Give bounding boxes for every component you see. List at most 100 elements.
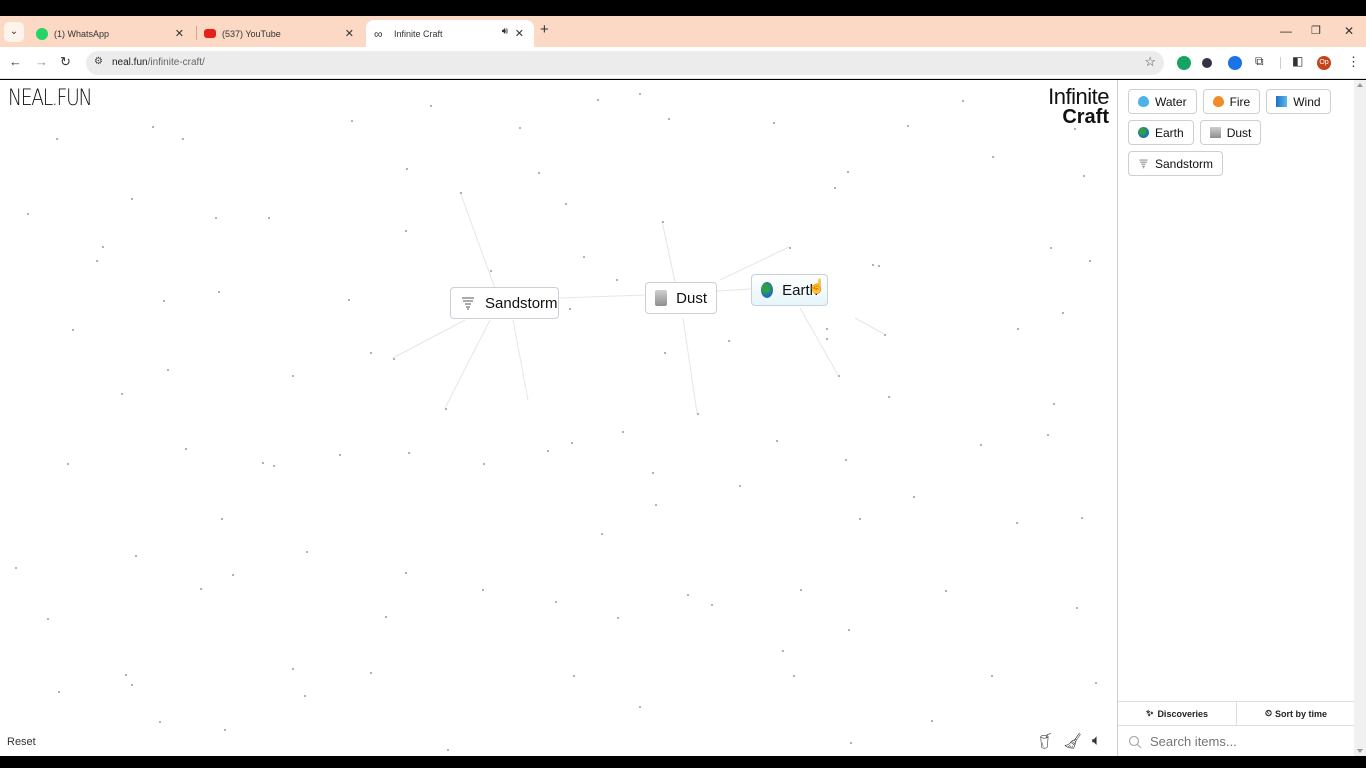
scroll-up-arrow[interactable] [1357, 83, 1363, 87]
new-tab-button[interactable]: + [540, 21, 549, 38]
particle-dot [845, 459, 847, 461]
canvas-item-dust[interactable]: Dust [645, 282, 717, 314]
scroll-down-arrow[interactable] [1357, 749, 1363, 753]
particle-dot [306, 551, 308, 553]
neal-fun-logo[interactable]: NEAL.FUN [8, 86, 92, 111]
extensions-puzzle-icon[interactable]: ⧉ [1255, 54, 1264, 69]
particle-dot [662, 221, 664, 223]
particle-line [661, 220, 676, 283]
particle-dot [370, 672, 372, 674]
particle-dot [782, 650, 784, 652]
item-label: Dust [1226, 125, 1252, 140]
clock-icon: ⏲ [1264, 708, 1272, 718]
particle-dot [445, 408, 447, 410]
reload-button[interactable]: ↻ [60, 54, 71, 70]
particle-dot [848, 629, 850, 631]
particle-dot [992, 156, 994, 158]
tab-youtube[interactable]: (537) YouTube ✕ [196, 20, 364, 47]
speaker-icon[interactable]: 🔊︎ [502, 26, 508, 37]
particle-dot [215, 217, 217, 219]
reset-button[interactable]: Reset [7, 736, 36, 748]
particle-dot [776, 440, 778, 442]
sidebar-item-earth[interactable]: Earth [1128, 120, 1194, 145]
particle-line [716, 288, 752, 292]
grammarly-extension-icon[interactable] [1177, 56, 1191, 70]
particle-dot [159, 721, 161, 723]
back-button[interactable]: ← [9, 54, 22, 69]
search-input[interactable] [1150, 734, 1340, 749]
close-tab-icon[interactable]: ✕ [345, 27, 354, 40]
forward-button[interactable]: → [35, 54, 48, 69]
sort-by-time-button[interactable]: ⏲ Sort by time [1236, 702, 1355, 725]
discoveries-button[interactable]: ✨︎ Discoveries [1118, 702, 1236, 725]
particle-dot [617, 617, 619, 619]
particle-dot [339, 454, 341, 456]
minimize-button[interactable]: — [1280, 24, 1292, 38]
particle-dot [304, 695, 306, 697]
particle-dot [980, 444, 982, 446]
sidebar-item-sandstorm[interactable]: Sandstorm [1128, 151, 1224, 176]
particle-dot [393, 358, 395, 360]
infinity-icon: ∞ [374, 26, 383, 41]
bookmark-star-icon[interactable]: ☆ [1144, 54, 1156, 70]
coffee-cup-icon[interactable]: 🥤︎ [1036, 732, 1055, 750]
particle-dot [15, 567, 17, 569]
particle-dot [850, 742, 852, 744]
particle-dot [697, 413, 699, 415]
sidebar-item-wind[interactable]: Wind [1266, 89, 1331, 114]
profile-avatar[interactable]: Op [1317, 56, 1331, 70]
browser-menu-icon[interactable]: ⋮ [1347, 54, 1360, 70]
sidebar-item-dust[interactable]: Dust [1199, 120, 1262, 145]
particle-dot [1050, 247, 1052, 249]
particle-dot [430, 105, 432, 107]
sidebar-item-water[interactable]: Water [1128, 89, 1197, 114]
particle-dot [565, 203, 567, 205]
tab-search-button[interactable]: ⌄ [4, 22, 24, 42]
infinite-craft-title: Infinite Craft [1048, 86, 1109, 128]
sidebar-item-fire[interactable]: Fire [1202, 89, 1261, 114]
page-scrollbar[interactable] [1354, 80, 1366, 756]
tab-label: (537) YouTube [222, 28, 281, 39]
particle-dot [447, 749, 449, 751]
close-tab-icon[interactable]: ✕ [175, 27, 184, 40]
particle-dot [1089, 260, 1091, 262]
particle-line [512, 319, 529, 401]
canvas-item-sandstorm[interactable]: Sandstorm [450, 287, 559, 319]
particle-dot [406, 168, 408, 170]
particle-line [854, 317, 885, 335]
browser-toolbar: ← → ↻ ⚙ neal.fun/infinite-craft/ ☆ ⧉ ◧ O… [0, 47, 1366, 79]
item-label: Sandstorm [485, 294, 558, 312]
particle-dot [483, 463, 485, 465]
particle-dot [218, 291, 220, 293]
particle-dot [125, 674, 127, 676]
particle-dot [569, 308, 571, 310]
url-domain: neal.fun [112, 57, 148, 68]
whatsapp-icon [36, 27, 48, 40]
particle-line [799, 307, 839, 376]
tab-whatsapp[interactable]: (1) WhatsApp ✕ [28, 20, 194, 47]
close-window-button[interactable]: ✕ [1344, 24, 1354, 38]
particle-dot [826, 338, 828, 340]
address-bar[interactable]: ⚙ neal.fun/infinite-craft/ ☆ [86, 51, 1164, 75]
tab-infinite-craft[interactable]: ∞ Infinite Craft 🔊︎ ✕ [366, 20, 534, 47]
particle-dot [687, 594, 689, 596]
url-text[interactable]: neal.fun/infinite-craft/ [112, 57, 205, 68]
sparkle-icon: ✨︎ [1146, 708, 1154, 718]
craft-canvas[interactable]: NEAL.FUN Infinite Craft Sandstorm Dust E… [0, 80, 1117, 756]
particle-dot [838, 375, 840, 377]
broom-icon[interactable]: 🧹︎ [1063, 732, 1082, 750]
search-icon [1128, 735, 1142, 748]
particle-dot [1074, 128, 1076, 130]
extension-icon[interactable] [1228, 56, 1242, 70]
extension-icon[interactable] [1202, 58, 1212, 68]
sound-icon[interactable]: 🔈︎ [1092, 732, 1101, 749]
particle-dot [728, 340, 730, 342]
close-tab-icon[interactable]: ✕ [515, 27, 524, 40]
particle-dot [519, 127, 521, 129]
screen-bottom-border [0, 756, 1366, 768]
particle-dot [555, 601, 557, 603]
site-info-icon[interactable]: ⚙ [94, 56, 103, 67]
restore-button[interactable]: ❐ [1311, 24, 1321, 37]
particle-dot [200, 588, 202, 590]
side-panel-icon[interactable]: ◧ [1292, 54, 1303, 68]
